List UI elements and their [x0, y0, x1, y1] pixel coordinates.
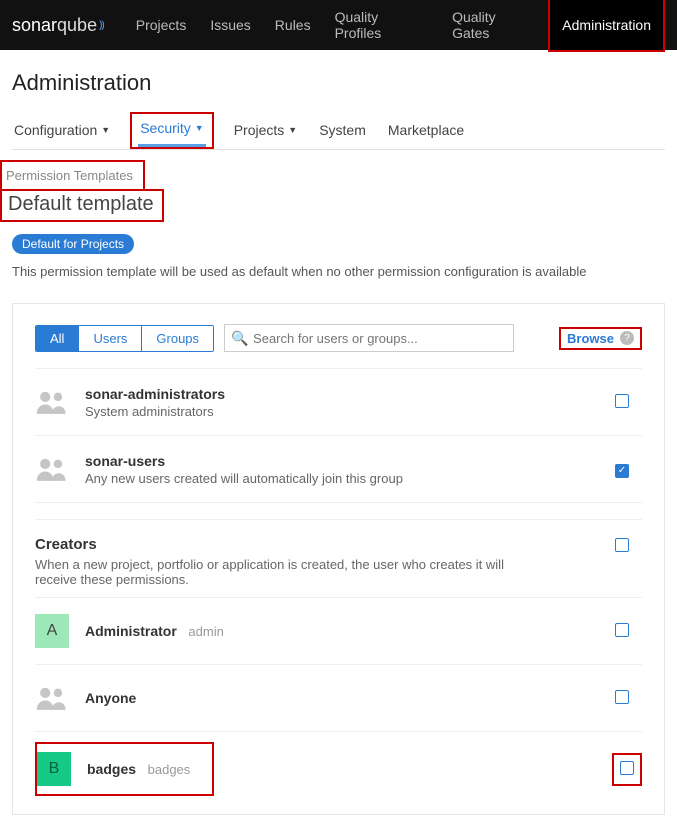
checkbox[interactable] [615, 623, 629, 637]
highlight-template-title: Default template [0, 189, 164, 222]
group-row: sonar-administrators System administrato… [35, 369, 642, 436]
sub-nav: Configuration▼ Security▼ Projects▼ Syste… [12, 112, 665, 150]
highlight-security: Security▼ [130, 112, 214, 149]
avatar-letter: A [35, 614, 69, 648]
chevron-down-icon: ▼ [101, 125, 110, 135]
subnav-system[interactable]: System [317, 112, 368, 149]
logo[interactable]: sonarqube )) [12, 15, 104, 36]
highlight-browse: Browse ? [559, 327, 642, 350]
logo-text-b: qube [57, 15, 97, 36]
row-check [602, 690, 642, 707]
breadcrumb[interactable]: Permission Templates [2, 162, 137, 189]
group-icon [35, 681, 69, 715]
row-body: sonar-users Any new users created will a… [85, 453, 602, 486]
highlight-badges-user: B badges badges [35, 742, 214, 796]
group-desc: System administrators [85, 404, 602, 419]
user-row: A Administrator admin [35, 597, 642, 665]
panel-toolbar: All Users Groups 🔍 Browse ? [35, 324, 642, 352]
row-body: sonar-administrators System administrato… [85, 386, 602, 419]
toolbar-left: All Users Groups 🔍 [35, 324, 514, 352]
checkbox[interactable] [615, 394, 629, 408]
row-check [602, 461, 642, 478]
logo-text-a: sonar [12, 15, 57, 36]
nav-projects[interactable]: Projects [124, 0, 199, 50]
creators-section: Creators When a new project, portfolio o… [35, 519, 642, 597]
breadcrumb-area: Permission Templates Default template [12, 160, 665, 222]
filter-users[interactable]: Users [79, 326, 142, 351]
row-body: Anyone [85, 690, 602, 706]
rows-group1: sonar-administrators System administrato… [35, 368, 642, 503]
group-name: sonar-users [85, 453, 165, 469]
row-body: Administrator admin [85, 623, 602, 639]
nav-rules[interactable]: Rules [263, 0, 323, 50]
group-name: sonar-administrators [85, 386, 225, 402]
creators-desc: When a new project, portfolio or applica… [35, 557, 515, 587]
checkbox[interactable] [615, 690, 629, 704]
logo-waves-icon: )) [99, 20, 104, 31]
search-input[interactable] [224, 324, 514, 352]
chevron-down-icon: ▼ [288, 125, 297, 135]
nav-quality-gates[interactable]: Quality Gates [440, 0, 548, 50]
page-title: Administration [12, 70, 665, 96]
filter-groups[interactable]: Groups [142, 326, 213, 351]
permissions-panel: All Users Groups 🔍 Browse ? [12, 303, 665, 815]
browse-link[interactable]: Browse [567, 331, 614, 346]
group-desc: Any new users created will automatically… [85, 471, 602, 486]
creators-title: Creators [35, 536, 602, 553]
checkbox-checked[interactable] [615, 464, 629, 478]
user-row-badges: B badges badges [35, 732, 642, 814]
creators-head: Creators When a new project, portfolio o… [35, 520, 602, 597]
subnav-projects[interactable]: Projects▼ [232, 112, 300, 149]
group-icon [35, 385, 69, 419]
template-description: This permission template will be used as… [12, 264, 665, 279]
nav-quality-profiles[interactable]: Quality Profiles [323, 0, 440, 50]
template-title: Default template [4, 191, 158, 218]
nav-issues[interactable]: Issues [198, 0, 262, 50]
user-login: admin [188, 624, 223, 639]
default-for-projects-badge: Default for Projects [12, 234, 134, 254]
search-icon: 🔍 [231, 330, 248, 347]
filter-all[interactable]: All [36, 326, 79, 351]
checkbox[interactable] [620, 761, 634, 775]
subnav-configuration[interactable]: Configuration▼ [12, 112, 112, 149]
row-check [602, 394, 642, 411]
user-name: badges [87, 761, 136, 777]
group-icon [35, 452, 69, 486]
spacer [35, 503, 642, 519]
row-body: badges badges [87, 761, 206, 777]
user-name: Administrator [85, 623, 177, 639]
group-row: sonar-users Any new users created will a… [35, 436, 642, 503]
nav-administration[interactable]: Administration [550, 0, 663, 50]
subnav-security[interactable]: Security▼ [138, 114, 206, 147]
highlight-badges-checkbox [612, 753, 642, 786]
row-check [602, 623, 642, 640]
row-check [602, 520, 642, 555]
subnav-marketplace[interactable]: Marketplace [386, 112, 466, 149]
filter-segment: All Users Groups [35, 325, 214, 352]
group-name: Anyone [85, 690, 136, 706]
page-body: Administration Configuration▼ Security▼ … [0, 50, 677, 827]
user-login: badges [148, 762, 191, 777]
checkbox[interactable] [615, 538, 629, 552]
avatar-letter: B [37, 752, 71, 786]
highlight-breadcrumb: Permission Templates [0, 160, 145, 191]
chevron-down-icon: ▼ [195, 123, 204, 133]
search-wrap: 🔍 [224, 324, 514, 352]
highlight-administration: Administration [548, 0, 665, 52]
help-icon[interactable]: ? [620, 331, 634, 345]
top-nav: sonarqube )) Projects Issues Rules Quali… [0, 0, 677, 50]
group-row: Anyone [35, 665, 642, 732]
